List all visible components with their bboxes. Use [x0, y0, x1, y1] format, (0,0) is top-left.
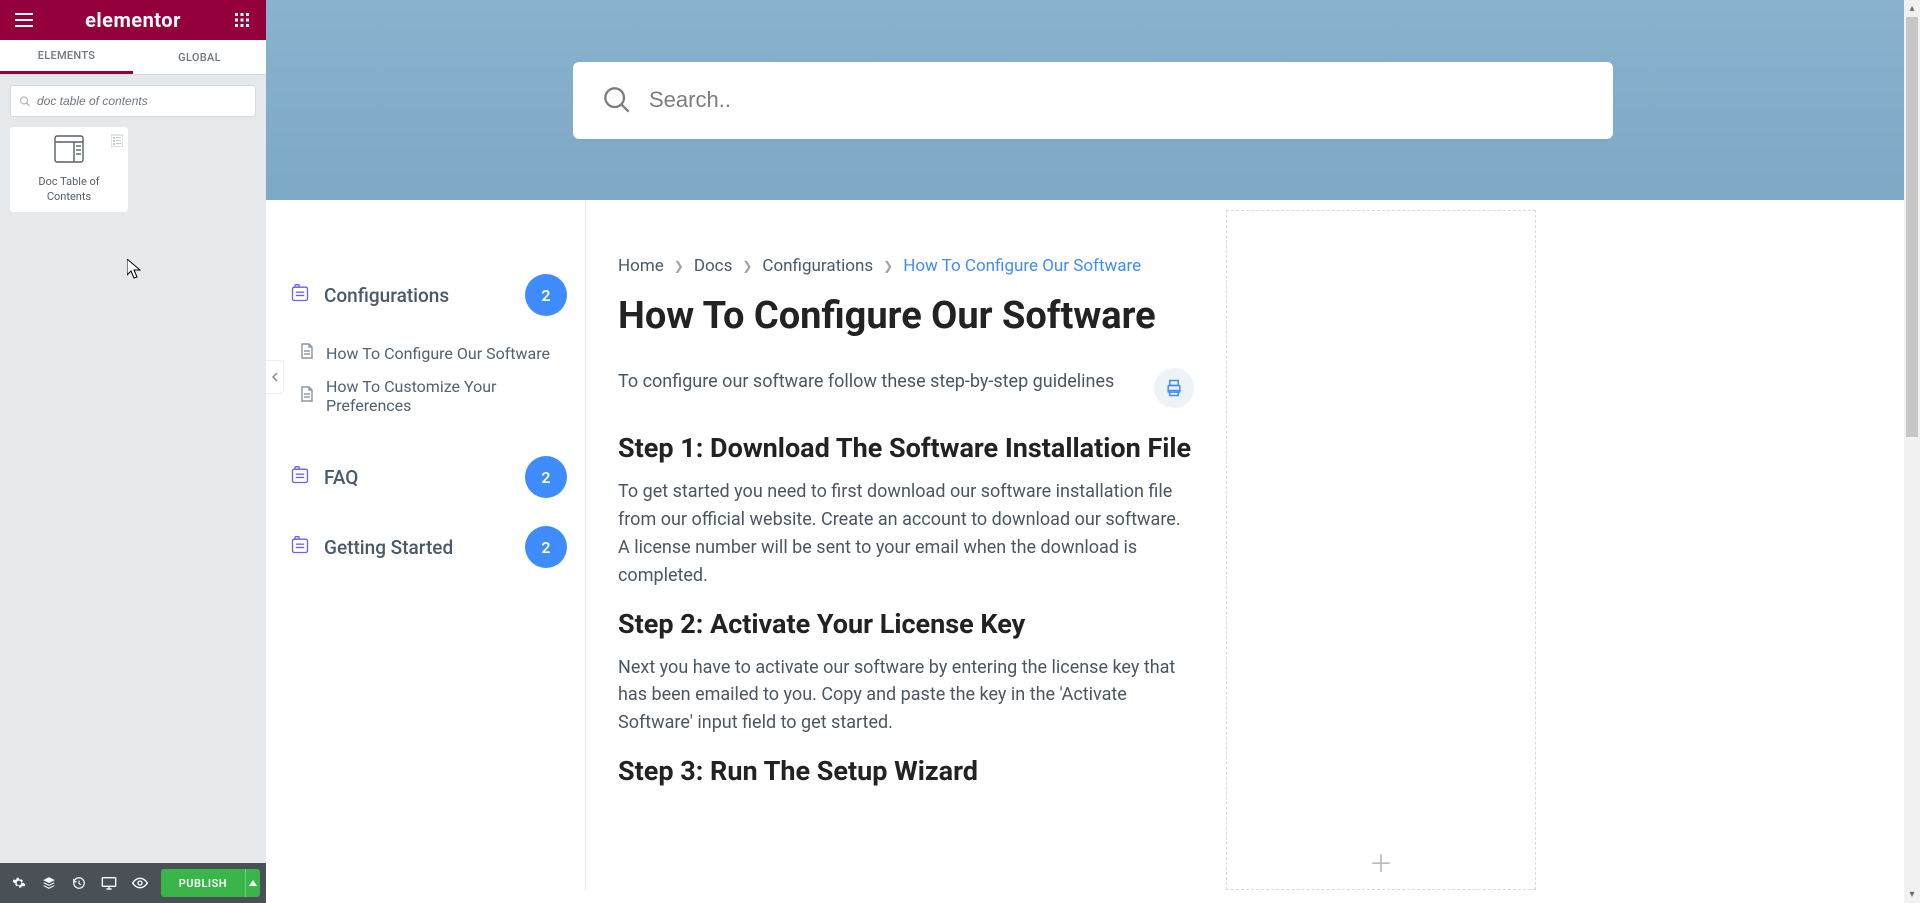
widget-label: Doc Table of Contents [15, 175, 123, 204]
folder-icon [290, 535, 310, 559]
step2-heading: Step 2: Activate Your License Key [618, 608, 1194, 640]
tab-global[interactable]: GLOBAL [133, 40, 266, 74]
doc-toc-icon [54, 135, 84, 167]
scroll-up-button[interactable]: ▴ [1904, 0, 1920, 17]
breadcrumb-home[interactable]: Home [618, 256, 664, 276]
elementor-header: elementor [0, 0, 266, 40]
responsive-icon[interactable] [96, 869, 122, 897]
widget-doc-toc[interactable]: Doc Table of Contents [10, 127, 128, 212]
doc-article: Home ❯ Docs ❯ Configurations ❯ How To Co… [586, 200, 1226, 890]
step2-text: Next you have to activate our software b… [618, 654, 1194, 738]
panel-footer: PUBLISH [0, 863, 266, 903]
elementor-panel: elementor ELEMENTS GLOBAL Doc Table of C… [0, 0, 266, 903]
subitem-label: How To Configure Our Software [326, 344, 550, 363]
breadcrumb-docs[interactable]: Docs [694, 256, 733, 276]
caret-up-icon [249, 880, 257, 886]
hero-search-box[interactable] [573, 62, 1613, 139]
sidebar-item-label: Getting Started [324, 536, 453, 559]
breadcrumb-current: How To Configure Our Software [903, 256, 1141, 276]
print-button[interactable] [1154, 368, 1194, 408]
count-badge: 2 [525, 274, 567, 316]
folder-icon [290, 283, 310, 307]
chevron-right-icon: ❯ [883, 259, 893, 273]
preview-icon[interactable] [127, 869, 153, 897]
sidebar-item-configurations[interactable]: Configurations 2 [290, 260, 567, 330]
grid-icon[interactable] [230, 8, 254, 32]
toc-drop-column: ＋ [1226, 210, 1536, 890]
document-icon [300, 343, 314, 363]
add-widget-icon[interactable]: ＋ [1369, 844, 1393, 879]
publish-button-group: PUBLISH [161, 869, 260, 897]
chevron-right-icon: ❯ [742, 259, 752, 273]
panel-tabs: ELEMENTS GLOBAL [0, 40, 266, 75]
hero-search-input[interactable] [649, 87, 1583, 113]
hamburger-icon[interactable] [12, 8, 36, 32]
widget-search[interactable] [10, 85, 256, 117]
article-intro: To configure our software follow these s… [618, 368, 1114, 396]
step3-heading: Step 3: Run The Setup Wizard [618, 755, 1194, 787]
preview-area: Configurations 2 How To Configure Our So… [266, 0, 1920, 903]
chevron-left-icon [272, 372, 278, 382]
navigator-icon[interactable] [36, 869, 62, 897]
folder-icon [290, 465, 310, 489]
sidebar-item-label: FAQ [324, 466, 358, 489]
history-icon[interactable] [66, 869, 92, 897]
collapse-sidebar-button[interactable] [266, 360, 284, 394]
publish-button[interactable]: PUBLISH [161, 877, 245, 890]
settings-icon[interactable] [6, 869, 32, 897]
printer-icon [1164, 378, 1184, 398]
doc-sidebar: Configurations 2 How To Configure Our So… [266, 200, 586, 890]
sidebar-subitem-customize-preferences[interactable]: How To Customize Your Preferences [300, 370, 567, 422]
elementor-logo: elementor [85, 8, 181, 32]
scrollbar[interactable]: ▴ ▾ [1904, 0, 1920, 903]
breadcrumb-category[interactable]: Configurations [762, 256, 873, 276]
widget-search-input[interactable] [37, 94, 247, 108]
scroll-down-button[interactable]: ▾ [1904, 886, 1920, 903]
sidebar-item-faq[interactable]: FAQ 2 [290, 442, 567, 512]
tab-elements[interactable]: ELEMENTS [0, 40, 133, 74]
scrollbar-thumb[interactable] [1906, 17, 1918, 437]
sidebar-item-label: Configurations [324, 284, 449, 307]
breadcrumb: Home ❯ Docs ❯ Configurations ❯ How To Co… [618, 256, 1194, 276]
document-icon [300, 386, 314, 406]
search-hero [266, 0, 1920, 200]
third-party-icon [111, 132, 123, 151]
step1-heading: Step 1: Download The Software Installati… [618, 432, 1194, 464]
chevron-right-icon: ❯ [674, 259, 684, 273]
sidebar-item-getting-started[interactable]: Getting Started 2 [290, 512, 567, 582]
step1-text: To get started you need to first downloa… [618, 478, 1194, 590]
empty-section-placeholder[interactable]: ＋ [1226, 210, 1536, 890]
search-icon [603, 86, 631, 114]
count-badge: 2 [525, 456, 567, 498]
scrollbar-track[interactable] [1904, 17, 1920, 886]
sidebar-subitem-configure-software[interactable]: How To Configure Our Software [300, 336, 567, 370]
search-icon [19, 95, 31, 108]
count-badge: 2 [525, 526, 567, 568]
article-title: How To Configure Our Software [618, 294, 1194, 338]
subitem-label: How To Customize Your Preferences [326, 377, 567, 415]
publish-options-button[interactable] [245, 869, 260, 897]
